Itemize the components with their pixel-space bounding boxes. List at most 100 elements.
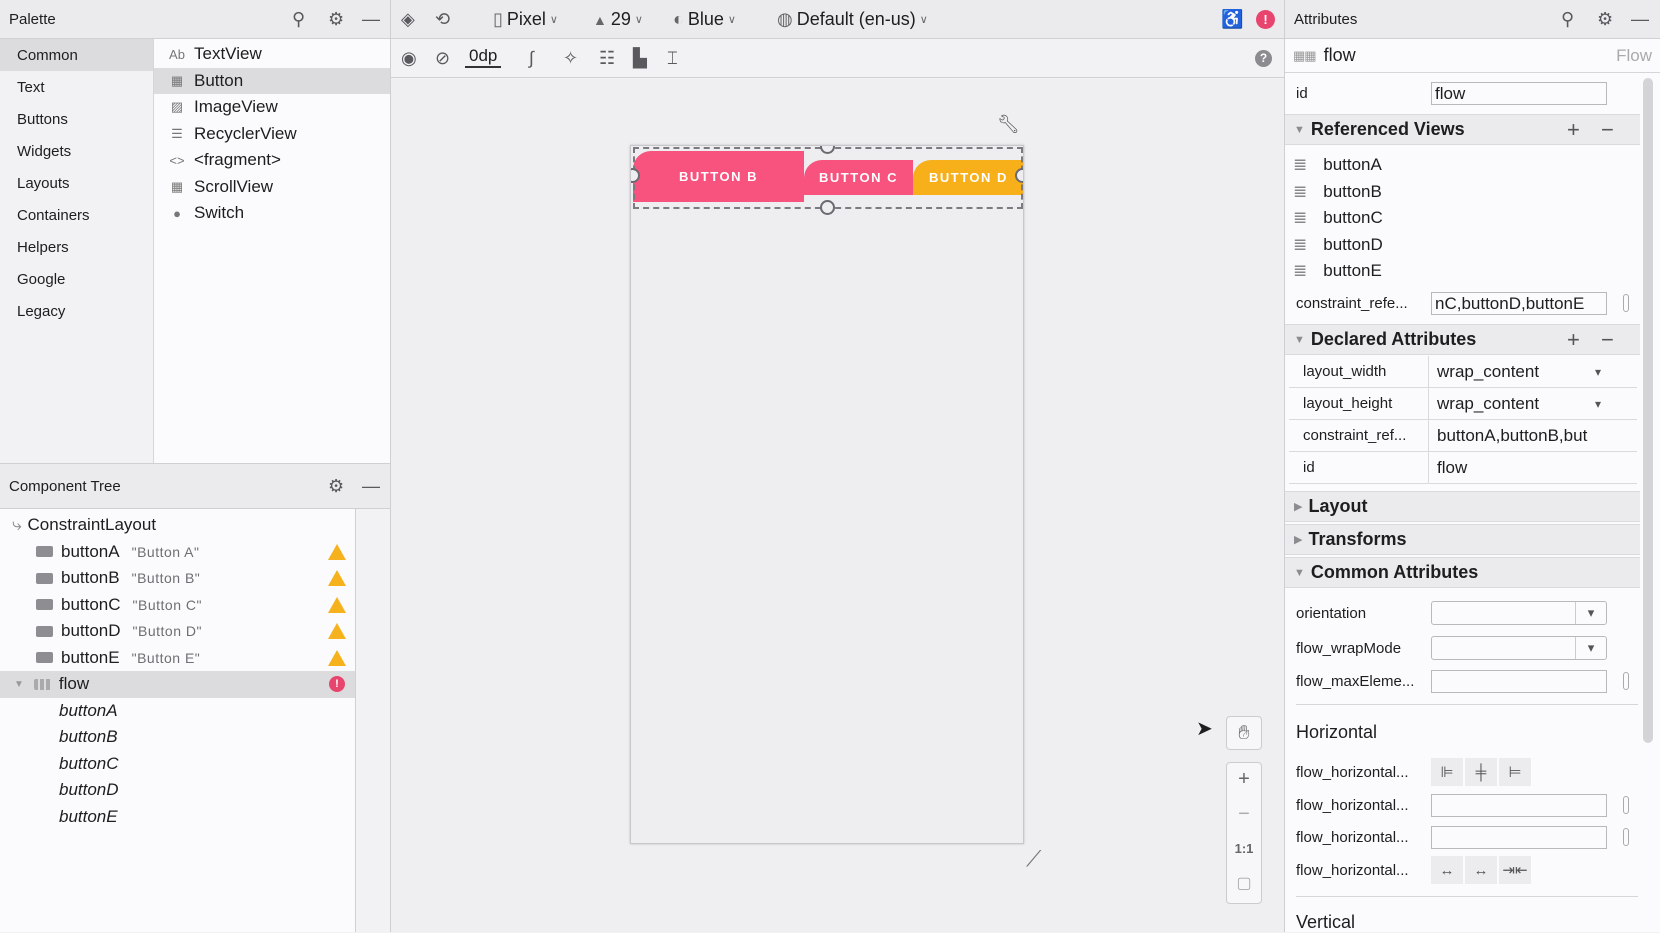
- accessibility-icon[interactable]: ♿: [1221, 9, 1243, 30]
- error-icon[interactable]: !: [329, 676, 345, 693]
- category-widgets[interactable]: Widgets: [0, 135, 153, 167]
- warning-icon[interactable]: [328, 649, 346, 666]
- category-common[interactable]: Common: [0, 39, 153, 71]
- palette-item-fragment[interactable]: <> <fragment>: [154, 147, 390, 174]
- horizontal-input[interactable]: [1431, 793, 1607, 817]
- warning-icon[interactable]: [328, 570, 346, 587]
- anchor-handle[interactable]: [820, 200, 835, 215]
- align-end-icon[interactable]: ⊨: [1499, 758, 1531, 786]
- attr-value[interactable]: wrap_content: [1429, 362, 1539, 382]
- clear-constraints-icon[interactable]: ∫: [529, 48, 534, 69]
- minimize-icon[interactable]: —: [362, 9, 380, 30]
- warning-icon[interactable]: [328, 543, 346, 560]
- search-icon[interactable]: ⚲: [292, 9, 305, 30]
- gear-icon[interactable]: ⚙: [1597, 9, 1613, 30]
- tree-ref-item[interactable]: buttonC: [0, 751, 355, 778]
- attr-value[interactable]: wrap_content: [1429, 394, 1539, 414]
- expand-icon[interactable]: ▼: [14, 679, 24, 690]
- pan-button[interactable]: ✋︎: [1226, 716, 1262, 750]
- category-containers[interactable]: Containers: [0, 199, 153, 231]
- tree-item-buttonE[interactable]: buttonE "Button E": [0, 645, 355, 672]
- chevron-down-icon[interactable]: ▾: [1595, 397, 1601, 411]
- tree-item-flow[interactable]: ▼ flow!: [0, 671, 355, 698]
- tree-item-buttonC[interactable]: buttonC "Button C": [0, 592, 355, 619]
- attr-value[interactable]: flow: [1429, 458, 1467, 478]
- palette-item-scrollview[interactable]: ▦ ScrollView: [154, 174, 390, 201]
- referenced-view-item[interactable]: ≣ buttonD: [1285, 232, 1637, 259]
- orientation-dropdown[interactable]: [1431, 601, 1607, 625]
- gear-icon[interactable]: ⚙: [328, 9, 344, 30]
- api-dropdown[interactable]: ▲ 29 ∨: [593, 0, 643, 39]
- infer-constraints-icon[interactable]: ✧: [563, 48, 578, 69]
- default-margin[interactable]: 0dp: [465, 46, 502, 68]
- tree-ref-item[interactable]: buttonD: [0, 777, 355, 804]
- device-dropdown[interactable]: ▯ Pixel ∨: [493, 0, 558, 39]
- attr-value[interactable]: buttonA,buttonB,but: [1429, 426, 1587, 446]
- drag-handle-icon[interactable]: ≣: [1293, 182, 1307, 202]
- tree-ref-item[interactable]: buttonB: [0, 724, 355, 751]
- wrench-icon[interactable]: 🔧︎: [997, 114, 1020, 135]
- tree-item-buttonB[interactable]: buttonB "Button B": [0, 565, 355, 592]
- expand-field-button[interactable]: [1623, 672, 1629, 690]
- horizontal-input[interactable]: [1431, 825, 1607, 849]
- device-screen[interactable]: BUTTON B BUTTON C BUTTON D: [630, 145, 1024, 844]
- packed-icon[interactable]: ⇥⇤: [1499, 856, 1531, 884]
- category-google[interactable]: Google: [0, 263, 153, 295]
- category-buttons[interactable]: Buttons: [0, 103, 153, 135]
- referenced-view-item[interactable]: ≣ buttonE: [1285, 258, 1637, 285]
- common-attributes-header[interactable]: ▼ Common Attributes: [1285, 557, 1640, 588]
- palette-item-imageview[interactable]: ▨ ImageView: [154, 94, 390, 121]
- palette-item-button[interactable]: ▦ Button: [154, 67, 390, 94]
- drag-handle-icon[interactable]: ≣: [1293, 235, 1307, 255]
- eye-icon[interactable]: ◉: [401, 48, 417, 69]
- error-icon[interactable]: !: [1256, 10, 1275, 29]
- help-icon[interactable]: ?: [1255, 50, 1272, 67]
- add-icon[interactable]: +: [1567, 327, 1580, 353]
- search-icon[interactable]: ⚲: [1561, 9, 1574, 30]
- tree-ref-item[interactable]: buttonA: [0, 698, 355, 725]
- referenced-view-item[interactable]: ≣ buttonC: [1285, 205, 1637, 232]
- warning-icon[interactable]: [328, 623, 346, 640]
- constraint-referenced-input[interactable]: nC,buttonD,buttonE: [1431, 291, 1607, 315]
- remove-icon[interactable]: −: [1601, 117, 1614, 143]
- id-input[interactable]: flow: [1431, 81, 1607, 105]
- minimize-icon[interactable]: —: [362, 476, 380, 497]
- declared-row[interactable]: constraint_ref... buttonA,buttonB,but: [1289, 420, 1637, 452]
- autoconnect-icon[interactable]: ⊘: [435, 48, 450, 69]
- transforms-section-header[interactable]: ▶ Transforms: [1285, 524, 1640, 555]
- chevron-down-icon[interactable]: ▾: [1595, 365, 1601, 379]
- category-helpers[interactable]: Helpers: [0, 231, 153, 263]
- minimize-icon[interactable]: —: [1631, 9, 1649, 30]
- referenced-views-header[interactable]: ▼ Referenced Views + −: [1285, 114, 1640, 145]
- align-icon[interactable]: ▙: [633, 48, 647, 69]
- guidelines-icon[interactable]: ⌶: [667, 48, 678, 69]
- zoom-fit-button[interactable]: ▢: [1226, 866, 1262, 900]
- declared-row[interactable]: id flow: [1289, 452, 1637, 484]
- expand-field-button[interactable]: [1623, 796, 1629, 814]
- zoom-in-button[interactable]: +: [1226, 762, 1262, 796]
- category-text[interactable]: Text: [0, 71, 153, 103]
- tree-item-buttonA[interactable]: buttonA "Button A": [0, 539, 355, 566]
- palette-item-switch[interactable]: ● Switch: [154, 200, 390, 227]
- tree-ref-item[interactable]: buttonE: [0, 804, 355, 831]
- zoom-actual-button[interactable]: 1:1: [1226, 831, 1262, 865]
- wrapmode-dropdown[interactable]: [1431, 636, 1607, 660]
- category-layouts[interactable]: Layouts: [0, 167, 153, 199]
- warning-icon[interactable]: [328, 596, 346, 613]
- spread-inside-icon[interactable]: ↔: [1465, 856, 1497, 884]
- scrollbar[interactable]: [1643, 78, 1653, 743]
- referenced-view-item[interactable]: ≣ buttonA: [1285, 152, 1637, 179]
- drag-handle-icon[interactable]: ≣: [1293, 261, 1307, 281]
- align-center-icon[interactable]: ╪: [1465, 758, 1497, 786]
- tree-item-constraintlayout[interactable]: ⤷ ConstraintLayout: [0, 512, 355, 539]
- orientation-icon[interactable]: ⟲: [435, 9, 450, 30]
- palette-item-textview[interactable]: Ab TextView: [154, 41, 390, 68]
- layers-icon[interactable]: ◈: [401, 9, 415, 30]
- zoom-out-button[interactable]: −: [1226, 797, 1262, 831]
- layout-section-header[interactable]: ▶ Layout: [1285, 491, 1640, 522]
- theme-dropdown[interactable]: ◐ Blue ∨: [673, 0, 736, 39]
- declared-attributes-header[interactable]: ▼ Declared Attributes + −: [1285, 324, 1640, 355]
- locale-dropdown[interactable]: ◍ Default (en-us) ∨: [777, 0, 928, 39]
- referenced-view-item[interactable]: ≣ buttonB: [1285, 179, 1637, 206]
- resize-handle-icon[interactable]: ⟋: [1026, 846, 1041, 872]
